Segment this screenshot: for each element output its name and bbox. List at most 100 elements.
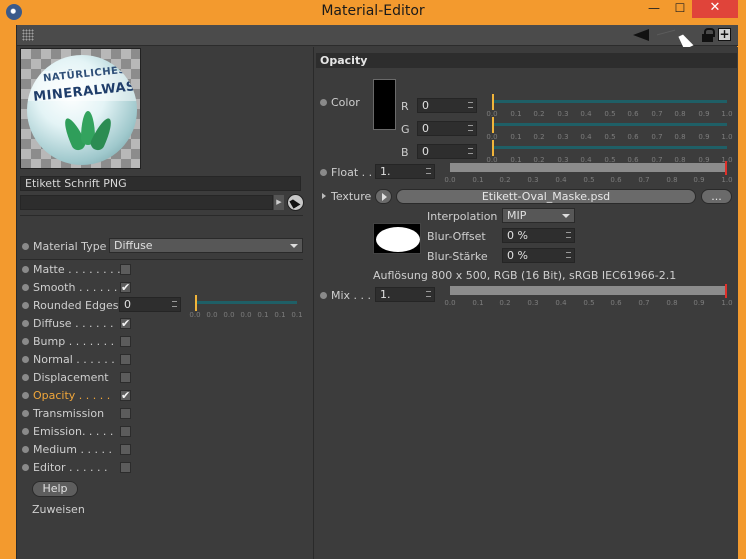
float-animate-dot[interactable] [320,169,327,176]
channel-label[interactable]: Rounded Edges [33,299,118,312]
slider-track[interactable] [450,163,727,172]
preview-sphere: NATÜRLICHES MINERALWASSER [27,55,137,165]
material-name-field[interactable]: Etikett Schrift PNG [20,176,301,191]
channel-label[interactable]: Editor . . . . . . [33,461,108,474]
channel-animate-dot[interactable] [22,392,29,399]
slider-tick-label: 0.6 [610,299,622,307]
close-button[interactable]: ✕ [692,0,738,18]
channel-animate-dot[interactable] [22,374,29,381]
slider-track[interactable] [492,123,727,126]
help-button[interactable]: Help [32,481,78,497]
channel-checkbox[interactable]: ✔ [120,318,131,329]
channel-g-label: G [401,123,410,136]
blur-strength-field[interactable]: 0 % [502,248,575,263]
drag-grip-icon[interactable] [22,29,34,41]
slider-handle[interactable] [492,140,494,156]
channel-animate-dot[interactable] [22,410,29,417]
float-slider[interactable]: 0.0 0.1 0.2 0.3 0.4 0.5 0.6 0.7 0.8 0.9 1.0 [444,160,733,184]
mix-slider[interactable]: 0.0 0.1 0.2 0.3 0.4 0.5 0.6 0.7 0.8 0.9 1.0 [444,283,733,307]
material-type-dropdown[interactable]: Diffuse [109,238,303,253]
slider-tick-label: 0.6 [610,176,622,184]
channel-b-slider[interactable]: 0.0 0.1 0.2 0.3 0.4 0.5 0.6 0.7 0.8 0.9 1.0 [486,140,733,164]
slider-track[interactable] [450,286,727,295]
new-window-icon[interactable]: + [718,28,731,41]
interpolation-dropdown[interactable]: MIP [502,208,575,223]
channel-animate-dot[interactable] [22,338,29,345]
slider-track[interactable] [195,301,297,304]
slider-handle[interactable] [725,284,727,298]
slider-track[interactable] [492,146,727,149]
channel-checkbox[interactable] [120,264,131,275]
mix-value-field[interactable]: 1. [375,287,435,302]
slider-tick-label: 0.1 [274,311,286,319]
mix-label: Mix . . . . [331,289,379,302]
channel-checkbox[interactable] [120,444,131,455]
rounded-edges-field[interactable]: 0 [119,297,181,312]
channel-animate-dot[interactable] [22,446,29,453]
float-value-field[interactable]: 1. [375,164,435,179]
maximize-button[interactable]: ☐ [668,0,692,18]
rounded-edges-slider[interactable]: 0.0 0.0 0.0 0.0 0.1 0.1 0.1 [189,295,303,319]
channel-label[interactable]: Matte . . . . . . . . [33,263,121,276]
channel-r-slider[interactable]: 0.0 0.1 0.2 0.3 0.4 0.5 0.6 0.7 0.8 0.9 1.0 [486,94,733,118]
channel-checkbox[interactable] [120,336,131,347]
channel-animate-dot[interactable] [22,320,29,327]
minimize-button[interactable]: — [640,0,668,18]
texture-file-button[interactable]: Etikett-Oval_Maske.psd [396,189,696,204]
channel-animate-dot[interactable] [22,428,29,435]
slider-tick-label: 1.0 [721,176,733,184]
opacity-settings-panel: Opacity Color R 0 0.0 0.1 0.2 0.3 0.4 0.5 0.6 0.7… [313,47,738,559]
channel-checkbox[interactable] [120,408,131,419]
slider-tick-label: 0.1 [291,311,303,319]
channel-label[interactable]: Normal . . . . . . [33,353,115,366]
channel-b-field[interactable]: 0 [417,144,477,159]
assign-link[interactable]: Zuweisen [32,503,85,516]
channel-label[interactable]: Medium . . . . . [33,443,112,456]
channel-label[interactable]: Bump . . . . . . . [33,335,114,348]
color-swatch[interactable] [373,79,396,130]
channel-checkbox[interactable] [120,426,131,437]
color-animate-dot[interactable] [320,99,327,106]
channel-checkbox[interactable]: ✔ [120,390,131,401]
slider-track[interactable] [492,100,727,103]
slider-handle[interactable] [725,161,727,175]
slider-tick-label: 0.0 [240,311,252,319]
channel-label[interactable]: Displacement [33,371,109,384]
channel-label[interactable]: Smooth . . . . . . [33,281,117,294]
channel-animate-dot[interactable] [22,266,29,273]
slider-handle[interactable] [195,295,197,311]
texture-path-field[interactable] [20,195,273,210]
slider-handle[interactable] [492,117,494,133]
channel-checkbox[interactable] [120,372,131,383]
slider-tick-label: 0.9 [693,176,705,184]
material-type-animate-dot[interactable] [22,243,29,250]
channel-label[interactable]: Opacity . . . . . [33,389,110,402]
pick-object-button[interactable] [287,194,304,211]
forward-arrow-icon[interactable] [657,29,675,41]
channel-r-field[interactable]: 0 [417,98,477,113]
channel-label[interactable]: Diffuse . . . . . . [33,317,114,330]
channel-animate-dot[interactable] [22,464,29,471]
slider-tick-label: 0.0 [444,299,456,307]
back-arrow-icon[interactable] [633,29,649,41]
texture-browse-button[interactable]: ... [701,189,732,204]
channel-label[interactable]: Emission. . . . . [33,425,113,438]
texture-expand-icon[interactable] [322,193,326,199]
channel-g-slider[interactable]: 0.0 0.1 0.2 0.3 0.4 0.5 0.6 0.7 0.8 0.9 1.0 [486,117,733,141]
channel-animate-dot[interactable] [22,356,29,363]
blur-offset-label: Blur-Offset [427,230,486,243]
channel-checkbox[interactable] [120,354,131,365]
channel-checkbox[interactable] [120,462,131,473]
channel-animate-dot[interactable] [22,302,29,309]
material-preview[interactable]: NATÜRLICHES MINERALWASSER [20,48,141,169]
mix-animate-dot[interactable] [320,292,327,299]
texture-path-arrow-icon[interactable]: ▶ [274,195,284,210]
blur-offset-field[interactable]: 0 % [502,228,575,243]
lock-icon[interactable] [702,28,715,42]
channel-g-field[interactable]: 0 [417,121,477,136]
channel-label[interactable]: Transmission [33,407,104,420]
texture-menu-arrow-icon[interactable] [375,189,392,204]
slider-handle[interactable] [492,94,494,110]
channel-animate-dot[interactable] [22,284,29,291]
channel-checkbox[interactable]: ✔ [120,282,131,293]
